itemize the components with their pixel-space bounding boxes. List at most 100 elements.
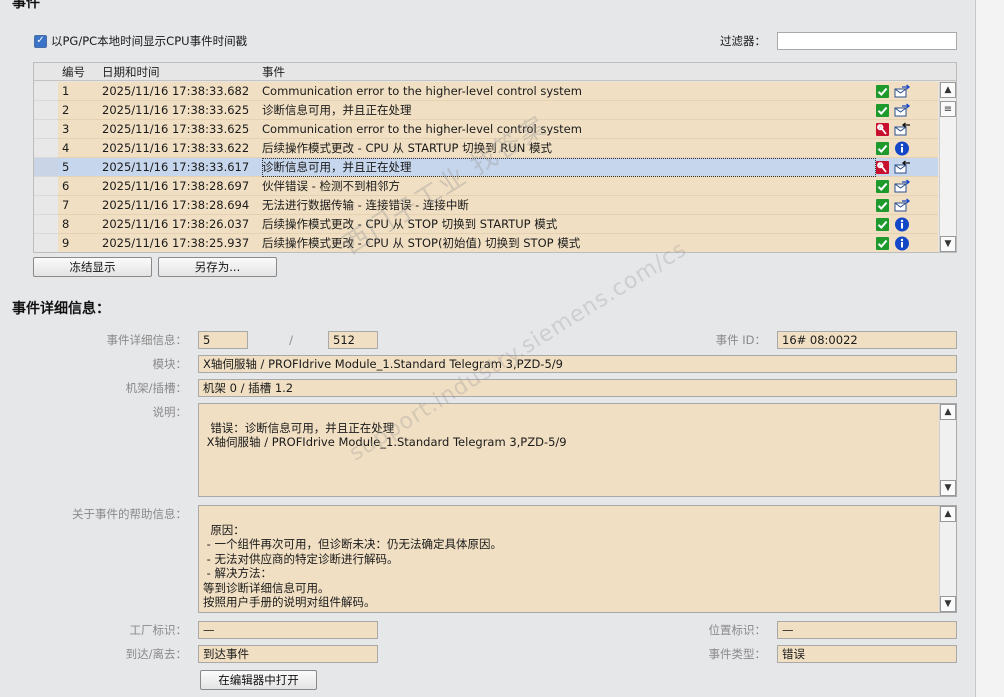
- save-as-button[interactable]: 另存为...: [158, 257, 277, 277]
- outgoing-event-icon: [894, 84, 911, 99]
- event-detail-separator: /: [289, 333, 293, 347]
- green-check-icon: [876, 218, 889, 231]
- description-textarea[interactable]: 错误：诊断信息可用，并且正在处理 X轴伺服轴 / PROFIdrive Modu…: [198, 403, 957, 497]
- outgoing-event-icon: [894, 179, 911, 194]
- event-type-label: 事件类型：: [708, 647, 767, 661]
- module-label: 模块：: [152, 357, 188, 371]
- local-time-option[interactable]: ✓ 以PG/PC本地时间显示CPU事件时间戳: [34, 33, 247, 49]
- row-header[interactable]: [34, 234, 58, 252]
- table-row[interactable]: 1 2025/11/16 17:38:33.682 Communication er…: [34, 82, 956, 101]
- event-datetime: 2025/11/16 17:38:33.622: [102, 141, 250, 155]
- event-detail-total: 512: [328, 331, 378, 349]
- green-check-icon: [876, 85, 889, 98]
- red-maintenance-icon: [876, 161, 889, 174]
- row-header[interactable]: [34, 139, 58, 158]
- help-scrollbar[interactable]: ▲ ▼: [939, 506, 956, 612]
- location-id-field: —: [777, 621, 957, 639]
- description-label: 说明：: [152, 405, 188, 419]
- event-number: 9: [62, 236, 70, 250]
- green-check-icon: [876, 104, 889, 117]
- row-header[interactable]: [34, 177, 58, 196]
- incoming-event-icon: [894, 160, 911, 175]
- event-type-field: 错误: [777, 645, 957, 663]
- table-scrollbar[interactable]: ▲ ≡ ▼: [939, 82, 956, 252]
- info-icon: [894, 236, 911, 251]
- filter-input[interactable]: [777, 32, 957, 50]
- red-maintenance-icon: [876, 123, 889, 136]
- section-title-events: 事件: [12, 0, 40, 11]
- row-header[interactable]: [34, 101, 58, 120]
- event-datetime: 2025/11/16 17:38:33.625: [102, 103, 250, 117]
- table-row[interactable]: 7 2025/11/16 17:38:28.694 无法进行数据传输 - 连接错误 …: [34, 196, 956, 215]
- open-in-editor-button[interactable]: 在编辑器中打开: [200, 670, 317, 690]
- green-check-icon: [876, 180, 889, 193]
- info-icon: [894, 217, 911, 232]
- event-detail-current[interactable]: 5: [198, 331, 248, 349]
- event-datetime: 2025/11/16 17:38:28.697: [102, 179, 250, 193]
- row-header[interactable]: [34, 120, 58, 139]
- scroll-thumb[interactable]: ≡: [940, 101, 956, 117]
- help-scroll-up[interactable]: ▲: [940, 506, 956, 522]
- description-scroll-down[interactable]: ▼: [940, 480, 956, 496]
- local-time-label: 以PG/PC本地时间显示CPU事件时间戳: [51, 34, 248, 48]
- event-datetime: 2025/11/16 17:38:33.682: [102, 84, 250, 98]
- event-text: 后续操作模式更改 - CPU 从 STOP(初始值) 切换到 STOP 模式: [262, 236, 581, 250]
- green-check-icon: [876, 237, 889, 250]
- event-detail-label: 事件详细信息：: [106, 333, 188, 347]
- event-text: 无法进行数据传输 - 连接错误 - 连接中断: [262, 198, 469, 212]
- module-field: X轴伺服轴 / PROFIdrive Module_1.Standard Tel…: [198, 355, 957, 373]
- arrive-leave-label: 到达/离去：: [125, 647, 187, 661]
- help-textarea[interactable]: 原因： - 一个组件再次可用，但诊断未决：仍无法确定具体原因。 - 无法对供应商…: [198, 505, 957, 613]
- event-number: 6: [62, 179, 70, 193]
- event-text: 伙伴错误 - 检测不到相邻方: [262, 179, 400, 193]
- description-scrollbar[interactable]: ▲ ▼: [939, 404, 956, 496]
- event-id-field: 16# 08:0022: [777, 331, 957, 349]
- description-scroll-up[interactable]: ▲: [940, 404, 956, 420]
- event-number: 5: [62, 160, 70, 174]
- row-header[interactable]: [34, 82, 58, 101]
- event-datetime: 2025/11/16 17:38:26.037: [102, 217, 250, 231]
- event-text: 诊断信息可用，并且正在处理: [262, 158, 876, 177]
- event-number: 1: [62, 84, 70, 98]
- column-header-number[interactable]: 编号: [62, 63, 85, 81]
- filter-label: 过滤器：: [720, 34, 766, 48]
- event-datetime: 2025/11/16 17:38:25.937: [102, 236, 250, 250]
- event-number: 8: [62, 217, 70, 231]
- outgoing-event-icon: [894, 103, 911, 118]
- table-row[interactable]: 5 2025/11/16 17:38:33.617 诊断信息可用，并且正在处理: [34, 158, 956, 177]
- table-row[interactable]: 9 2025/11/16 17:38:25.937 后续操作模式更改 - CPU 从…: [34, 234, 956, 252]
- help-text: 原因： - 一个组件再次可用，但诊断未决：仍无法确定具体原因。 - 无法对供应商…: [203, 522, 502, 610]
- help-scroll-down[interactable]: ▼: [940, 596, 956, 612]
- scroll-down-button[interactable]: ▼: [940, 236, 956, 252]
- row-header[interactable]: [34, 215, 58, 234]
- location-id-label: 位置标识：: [708, 623, 767, 637]
- column-header-event[interactable]: 事件: [262, 63, 285, 81]
- column-header-datetime[interactable]: 日期和时间: [102, 63, 160, 81]
- event-datetime: 2025/11/16 17:38:33.625: [102, 122, 250, 136]
- event-id-label: 事件 ID：: [715, 333, 766, 347]
- event-number: 7: [62, 198, 70, 212]
- row-header[interactable]: [34, 196, 58, 215]
- incoming-event-icon: [894, 122, 911, 137]
- table-row[interactable]: 8 2025/11/16 17:38:26.037 后续操作模式更改 - CPU 从…: [34, 215, 956, 234]
- freeze-display-button[interactable]: 冻结显示: [33, 257, 152, 277]
- details-title: 事件详细信息：: [12, 301, 110, 317]
- scroll-up-button[interactable]: ▲: [940, 82, 956, 98]
- local-time-checkbox[interactable]: ✓: [34, 34, 47, 48]
- event-datetime: 2025/11/16 17:38:28.694: [102, 198, 250, 212]
- table-row[interactable]: 3 2025/11/16 17:38:33.625 Communication er…: [34, 120, 956, 139]
- info-icon: [894, 141, 911, 156]
- event-text: 诊断信息可用，并且正在处理: [262, 103, 412, 117]
- event-number: 2: [62, 103, 70, 117]
- description-text: 错误：诊断信息可用，并且正在处理 X轴伺服轴 / PROFIdrive Modu…: [206, 420, 567, 450]
- event-datetime: 2025/11/16 17:38:33.617: [102, 160, 250, 174]
- event-number: 3: [62, 122, 70, 136]
- row-header[interactable]: [34, 158, 58, 177]
- right-panel-edge: [975, 0, 1004, 697]
- table-row[interactable]: 2 2025/11/16 17:38:33.625 诊断信息可用，并且正在处理: [34, 101, 956, 120]
- rack-slot-field: 机架 0 / 插槽 1.2: [198, 379, 957, 397]
- table-row[interactable]: 6 2025/11/16 17:38:28.697 伙伴错误 - 检测不到相邻方: [34, 177, 956, 196]
- event-text: Communication error to the higher-level …: [262, 122, 582, 136]
- table-row[interactable]: 4 2025/11/16 17:38:33.622 后续操作模式更改 - CPU 从…: [34, 139, 956, 158]
- rack-slot-label: 机架/插槽：: [125, 381, 187, 395]
